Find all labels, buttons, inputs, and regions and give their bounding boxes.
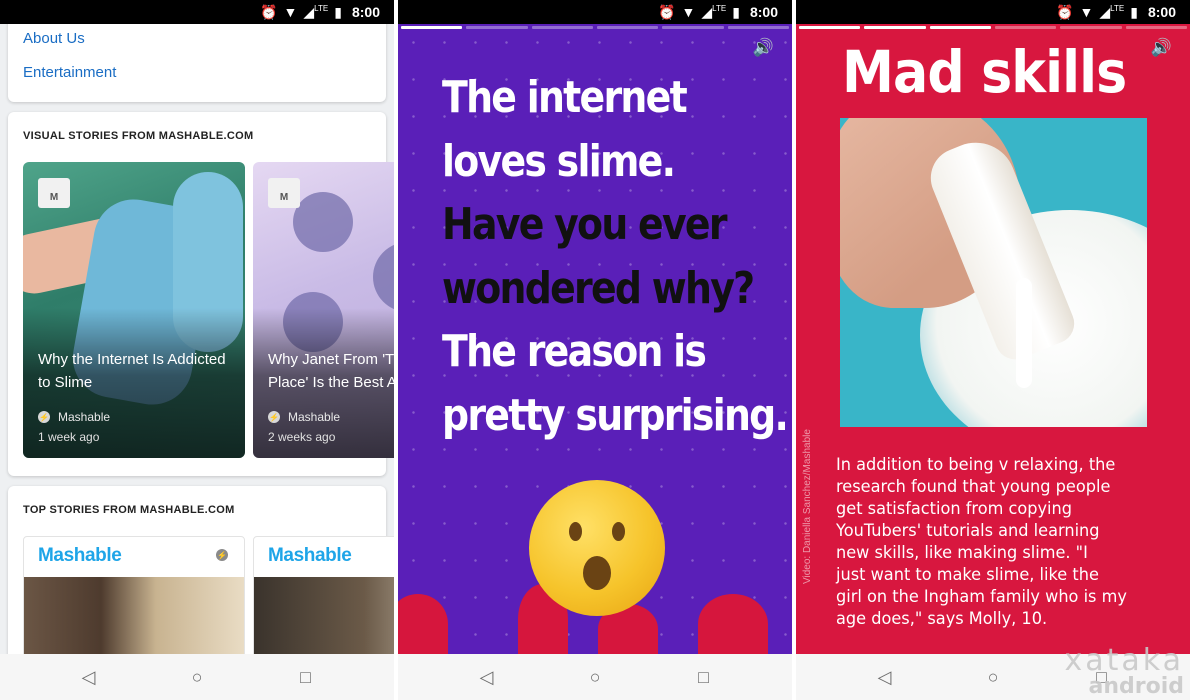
story-body-line: just want to make slime, like the [836, 565, 1099, 585]
alarm-icon: ⏰ [1056, 4, 1074, 20]
story-headline: Why Janet From 'T Place' Is the Best A [268, 351, 394, 391]
story-body-line: research found that young people [836, 477, 1111, 497]
visual-story-card[interactable]: M Why Janet From 'T Place' Is the Best A… [253, 162, 394, 458]
story-text-line: The reason is [442, 326, 707, 377]
home-icon[interactable]: ○ [575, 662, 615, 692]
speaker-icon[interactable]: 🔊 [1151, 38, 1172, 58]
home-icon[interactable]: ○ [973, 662, 1013, 692]
progress-segment [994, 26, 1057, 29]
progress-segment [1125, 26, 1187, 29]
video-credit: Video: Daniella Sanchez/Mashable [802, 429, 813, 584]
progress-segment [864, 26, 926, 29]
speaker-icon[interactable]: 🔊 [753, 38, 774, 58]
progress-segment [662, 26, 724, 29]
recents-icon[interactable]: □ [684, 662, 724, 692]
visual-story-card[interactable]: M Why the Internet Is Addicted to Slime … [23, 162, 245, 458]
wifi-icon: ▼ [283, 4, 298, 20]
story-title: Mad skills [842, 38, 1127, 106]
google-search-screen: ⏰ ▼ ◢LTE ▮ 8:00 About Us Entertainment V… [0, 0, 394, 700]
status-bar: ⏰ ▼ ◢LTE ▮ 8:00 [398, 0, 792, 24]
alarm-icon: ⏰ [260, 4, 278, 20]
surprised-face-emoji [529, 480, 665, 616]
signal-icon: ◢LTE [701, 4, 727, 20]
alarm-icon: ⏰ [658, 4, 676, 20]
mashable-logo: Mashable [268, 545, 352, 566]
amp-bolt-icon: ⚡ [38, 411, 50, 423]
progress-segment [1060, 26, 1122, 29]
progress-segment [401, 26, 463, 29]
story-progress-bar [401, 26, 789, 29]
story-text-line: loves slime. [442, 135, 676, 187]
progress-segment [466, 26, 528, 29]
status-bar: ⏰ ▼ ◢LTE ▮ 8:00 [796, 0, 1190, 24]
progress-segment [929, 26, 991, 29]
story-text-line: wondered why? [442, 262, 755, 314]
progress-segment [799, 26, 861, 29]
story-progress-bar [799, 26, 1187, 29]
battery-icon: ▮ [1130, 4, 1138, 20]
navigation-bar: ◁ ○ □ [398, 654, 792, 700]
amp-bolt-icon: ⚡ [216, 549, 228, 561]
progress-segment [727, 26, 789, 29]
back-icon[interactable]: ◁ [69, 662, 109, 692]
clock: 8:00 [1147, 4, 1176, 20]
story-body-text: In addition to being v relaxing, the rese… [836, 454, 1150, 630]
progress-segment [596, 26, 659, 29]
screens: ⏰ ▼ ◢LTE ▮ 8:00 About Us Entertainment V… [0, 0, 1190, 700]
amp-bolt-icon: ⚡ [268, 411, 280, 423]
back-icon[interactable]: ◁ [467, 662, 507, 692]
story-publisher: ⚡ Mashable [268, 410, 341, 424]
battery-icon: ▮ [334, 4, 342, 20]
battery-icon: ▮ [732, 4, 740, 20]
wifi-icon: ▼ [1079, 4, 1094, 20]
top-stories-title: TOP STORIES FROM MASHABLE.COM [23, 504, 235, 516]
visual-stories-card: VISUAL STORIES FROM MASHABLE.COM M Why t… [8, 112, 394, 476]
story-text-line: Have you ever [442, 199, 728, 250]
story-body-line: age does," says Molly, 10. [836, 609, 1048, 629]
back-icon[interactable]: ◁ [865, 662, 905, 692]
story-age: 2 weeks ago [268, 430, 336, 444]
story-text-line: pretty surprising. [442, 389, 789, 441]
home-icon[interactable]: ○ [177, 662, 217, 692]
signal-icon: ◢LTE [1099, 4, 1125, 20]
story-video[interactable] [840, 118, 1147, 427]
xataka-watermark: xataka android [1064, 643, 1184, 699]
story-body-line: new skills, like making slime. "I [836, 543, 1088, 563]
publisher-logo: M [38, 178, 70, 208]
story-publisher: ⚡ Mashable [38, 410, 111, 424]
story-age: 1 week ago [38, 430, 100, 444]
progress-segment [531, 26, 593, 29]
mad-skills-story-screen[interactable]: ⏰ ▼ ◢LTE ▮ 8:00 🔊 Mad skills Video: Dani… [796, 0, 1190, 700]
recents-icon[interactable]: □ [286, 662, 326, 692]
slime-story-screen[interactable]: ⏰ ▼ ◢LTE ▮ 8:00 🔊 The internet loves slim… [398, 0, 792, 700]
about-us-link[interactable]: About Us [23, 30, 85, 47]
entertainment-link[interactable]: Entertainment [23, 64, 116, 81]
signal-icon: ◢LTE [303, 4, 329, 20]
story-headline: Why the Internet Is Addicted to Slime [38, 351, 226, 391]
links-card: About Us Entertainment [8, 14, 386, 102]
navigation-bar: ◁ ○ □ [0, 654, 394, 700]
story-body-line: In addition to being v relaxing, the [836, 455, 1116, 475]
visual-stories-title: VISUAL STORIES FROM MASHABLE.COM [23, 130, 254, 142]
clock: 8:00 [351, 4, 380, 20]
wifi-icon: ▼ [681, 4, 696, 20]
story-text: The internet loves slime. Have you ever won… [442, 66, 789, 447]
mashable-logo: Mashable [38, 545, 122, 566]
clock: 8:00 [749, 4, 778, 20]
story-body-line: YouTubers' tutorials and learning [836, 521, 1100, 541]
story-body-line: girl on the Ingham family who is my [836, 587, 1127, 607]
story-text-line: The internet [442, 72, 688, 123]
publisher-logo: M [268, 178, 300, 208]
story-body-line: get satisfaction from copying [836, 499, 1073, 519]
status-bar: ⏰ ▼ ◢LTE ▮ 8:00 [0, 0, 394, 24]
